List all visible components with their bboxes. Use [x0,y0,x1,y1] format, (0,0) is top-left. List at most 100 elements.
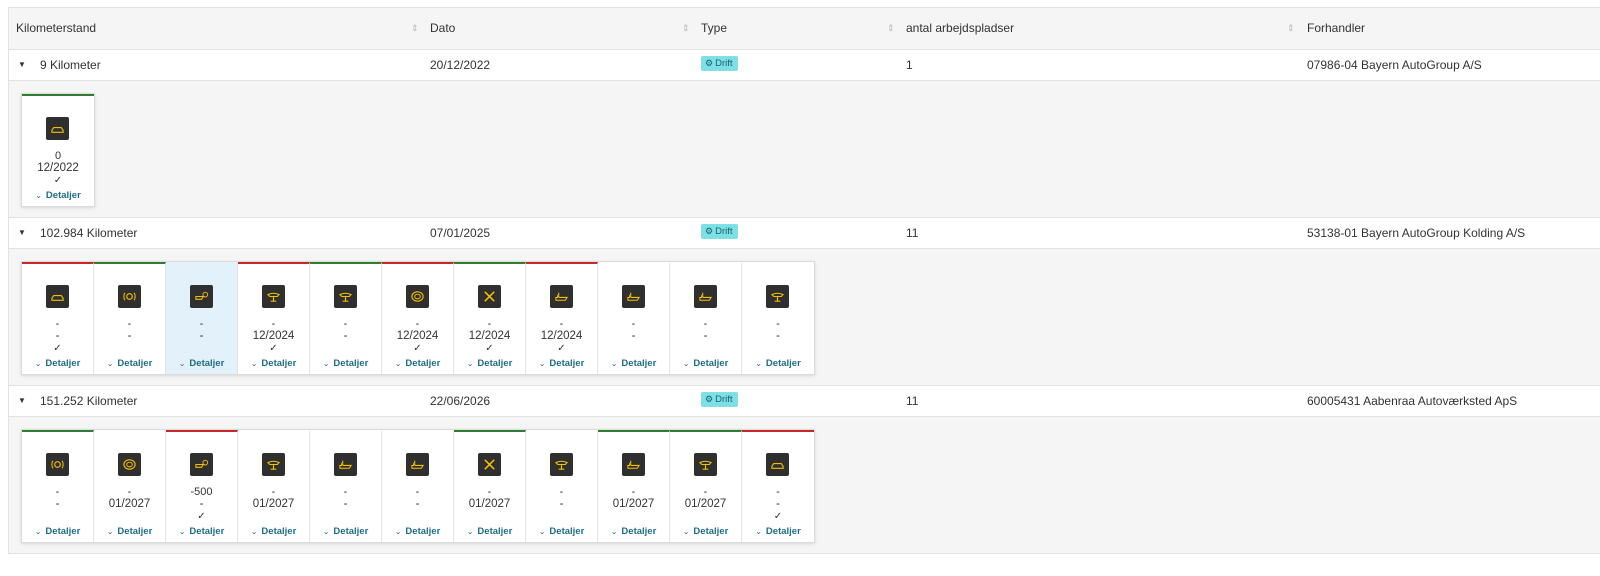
service-card[interactable]: - - ⌄ Detaljer [742,262,814,374]
details-toggle[interactable]: ⌄ Detaljer [238,526,309,537]
service-card[interactable]: -12/2024 ✓ ⌄ Detaljer [526,262,598,374]
check-icon: ✓ [773,511,783,522]
details-label: Detaljer [45,526,81,537]
details-label: Detaljer [261,358,297,369]
service-card[interactable]: - - ✓ ⌄ Detaljer [742,430,814,542]
card-date: 12/2024 [468,330,511,342]
service-card[interactable]: - - ⌄ Detaljer [94,262,166,374]
expand-caret-icon[interactable]: ▼ [18,386,26,416]
table-row[interactable]: ▼ 102.984 Kilometer 07/01/2025 ⚙ Drift 11 5313… [9,218,1600,249]
details-toggle[interactable]: ⌄ Detaljer [22,358,93,369]
column-header-type[interactable]: Type [701,8,727,49]
service-card[interactable]: -01/2027 ⌄ Detaljer [454,430,526,542]
details-toggle[interactable]: ⌄ Detaljer [382,526,453,537]
service-card[interactable]: -12/2024 ✓ ⌄ Detaljer [382,262,454,374]
card-date: 12/2024 [252,330,295,342]
service-card[interactable]: - - ⌄ Detaljer [310,430,382,542]
table-row[interactable]: ▼ 151.252 Kilometer 22/06/2026 ⚙ Drift 11 6000… [9,386,1600,417]
column-header-dato[interactable]: Dato [430,8,455,49]
expanded-panel: - - ✓ ⌄ Detaljer - - ⌄ Detaljer - - ⌄ Detaljer -12/20… [9,249,1600,386]
service-card[interactable]: - - ⌄ Detaljer [526,430,598,542]
chevron-down-icon: ⌄ [394,527,402,536]
row-dealer: 53138-01 Bayern AutoGroup Kolding A/S [1307,226,1526,240]
service-card[interactable]: -01/2027 ⌄ Detaljer [94,430,166,542]
column-header-kilometerstand[interactable]: Kilometerstand [16,8,96,49]
details-toggle[interactable]: ⌄ Detaljer [526,526,597,537]
details-label: Detaljer [405,358,441,369]
service-card[interactable]: -12/2024 ✓ ⌄ Detaljer [454,262,526,374]
details-label: Detaljer [45,358,81,369]
service-card[interactable]: - - ⌄ Detaljer [670,262,742,374]
details-toggle[interactable]: ⌄ Detaljer [166,358,237,369]
details-toggle[interactable]: ⌄ Detaljer [526,358,597,369]
service-card[interactable]: - - ⌄ Detaljer [22,430,94,542]
details-toggle[interactable]: ⌄ Detaljer [310,526,381,537]
details-toggle[interactable]: ⌄ Detaljer [22,190,94,201]
card-date: 12/2024 [540,330,583,342]
service-card[interactable]: -01/2027 ⌄ Detaljer [238,430,310,542]
details-toggle[interactable]: ⌄ Detaljer [94,358,165,369]
card-value: - [776,318,780,330]
details-toggle[interactable]: ⌄ Detaljer [238,358,309,369]
details-toggle[interactable]: ⌄ Detaljer [454,526,525,537]
row-workplaces: 11 [906,226,919,240]
details-toggle[interactable]: ⌄ Detaljer [670,526,741,537]
oil-can-icon [550,285,573,308]
details-toggle[interactable]: ⌄ Detaljer [742,526,814,537]
details-toggle[interactable]: ⌄ Detaljer [310,358,381,369]
service-card[interactable]: -500- ✓ ⌄ Detaljer [166,430,238,542]
column-header-workplaces[interactable]: antal arbejdspladser [906,8,1014,49]
card-date: - [415,498,420,510]
row-workplaces: 11 [906,394,919,408]
details-toggle[interactable]: ⌄ Detaljer [22,526,93,537]
chevron-down-icon: ⌄ [178,527,186,536]
service-card[interactable]: - - ✓ ⌄ Detaljer [22,262,94,374]
details-toggle[interactable]: ⌄ Detaljer [94,526,165,537]
expand-caret-icon[interactable]: ▼ [18,218,26,248]
service-card[interactable]: -12/2024 ✓ ⌄ Detaljer [238,262,310,374]
chevron-down-icon: ⌄ [682,359,690,368]
service-card[interactable]: - - ⌄ Detaljer [598,262,670,374]
check-icon: ✓ [53,343,62,354]
service-card[interactable]: -01/2027 ⌄ Detaljer [670,430,742,542]
service-card[interactable]: -01/2027 ⌄ Detaljer [598,430,670,542]
details-toggle[interactable]: ⌄ Detaljer [598,526,669,537]
card-value: - [487,318,492,330]
service-cards: 0 12/2022 ✓ ⌄ Detaljer [21,93,95,207]
details-toggle[interactable]: ⌄ Detaljer [670,358,741,369]
sort-icon[interactable]: ⇕ [887,8,895,49]
card-date: 01/2027 [252,498,295,510]
service-card[interactable]: - - ⌄ Detaljer [310,262,382,374]
oil-can-icon [334,453,357,476]
column-header-dealer[interactable]: Forhandler [1307,8,1365,49]
details-toggle[interactable]: ⌄ Detaljer [742,358,814,369]
card-value: - [559,318,564,330]
sort-icon[interactable]: ⇕ [1287,8,1295,49]
details-toggle[interactable]: ⌄ Detaljer [166,526,237,537]
table-row[interactable]: ▼ 9 Kilometer 20/12/2022 ⚙ Drift 1 07986-04 Ba… [9,50,1600,81]
row-date: 20/12/2022 [430,58,491,72]
service-history-table: Kilometerstand ⇕ Dato ⇕ Type ⇕ antal arb… [8,7,1600,554]
chevron-down-icon: ⌄ [250,359,258,368]
details-toggle[interactable]: ⌄ Detaljer [382,358,453,369]
details-label: Detaljer [693,526,729,537]
sort-icon[interactable]: ⇕ [411,8,419,49]
card-value: - [415,318,420,330]
card-value: - [271,486,276,498]
sort-icon[interactable]: ⇕ [682,8,690,49]
type-badge: ⚙ Drift [701,56,738,71]
card-value: -500 [190,486,213,498]
card-date: - [343,330,348,342]
chevron-down-icon: ⌄ [178,359,186,368]
details-label: Detaljer [261,526,297,537]
service-card[interactable]: - - ⌄ Detaljer [382,430,454,542]
table-header: Kilometerstand ⇕ Dato ⇕ Type ⇕ antal arb… [9,8,1600,50]
service-card[interactable]: 0 12/2022 ✓ ⌄ Detaljer [22,94,94,206]
details-toggle[interactable]: ⌄ Detaljer [454,358,525,369]
card-date: - [776,498,780,510]
card-date: - [55,498,60,510]
card-value: - [127,486,132,498]
details-toggle[interactable]: ⌄ Detaljer [598,358,669,369]
expand-caret-icon[interactable]: ▼ [18,50,26,80]
service-card[interactable]: - - ⌄ Detaljer [166,262,238,374]
